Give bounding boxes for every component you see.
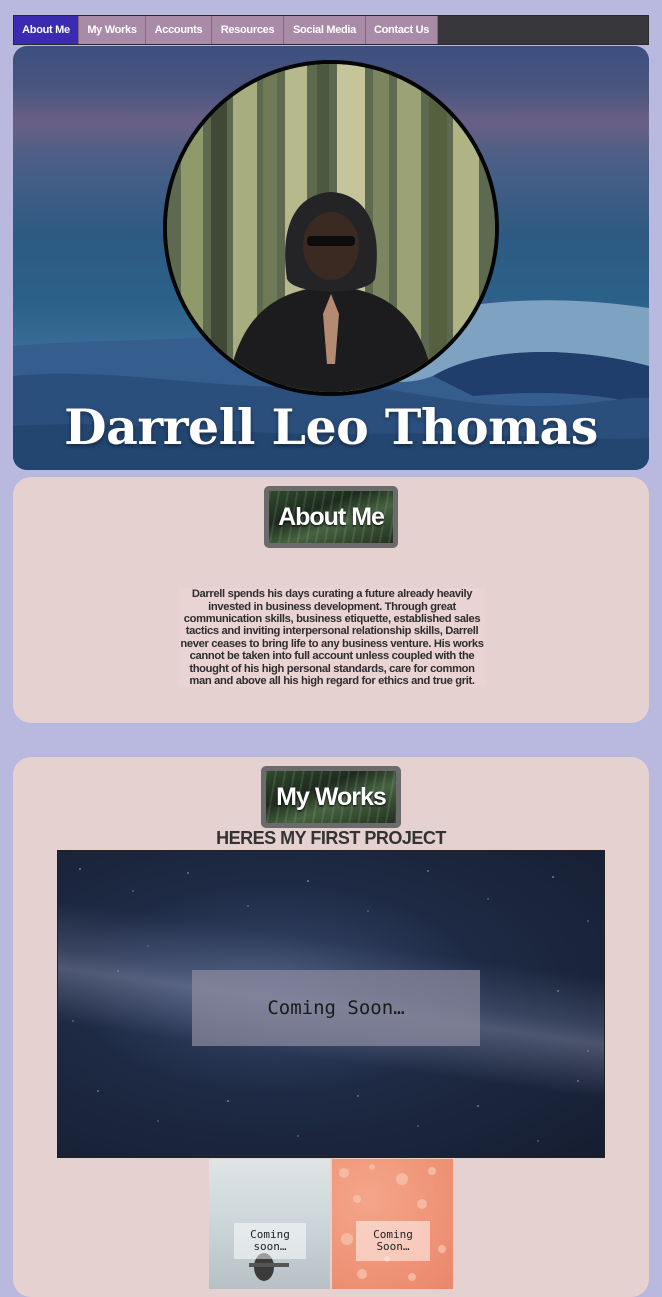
- first-project-heading: HERES MY FIRST PROJECT: [216, 828, 446, 848]
- hero-banner: Darrell Leo Thomas: [13, 46, 649, 470]
- nav-item-about-me[interactable]: About Me: [14, 16, 79, 44]
- coming-soon-overlay: Coming Soon…: [192, 970, 480, 1046]
- thumbnail-1-coming-soon: Coming soon…: [234, 1223, 306, 1259]
- nav-item-resources[interactable]: Resources: [212, 16, 284, 44]
- profile-photo: [163, 60, 499, 396]
- project-thumbnail-2[interactable]: Coming Soon…: [332, 1159, 453, 1289]
- project-thumbnail-1[interactable]: Coming soon…: [209, 1159, 330, 1289]
- first-project-image[interactable]: Coming Soon…: [57, 850, 605, 1158]
- nav-item-my-works[interactable]: My Works: [79, 16, 146, 44]
- hero-name-title: Darrell Leo Thomas: [64, 398, 598, 456]
- about-me-title-box: About Me: [264, 486, 398, 548]
- about-me-section: About Me Darrell spends his days curatin…: [13, 477, 649, 723]
- my-works-section: My Works HERES MY FIRST PROJECT Coming S…: [13, 757, 649, 1297]
- my-works-title-box: My Works: [261, 766, 401, 828]
- thumbnail-2-coming-soon: Coming Soon…: [356, 1221, 430, 1261]
- nav-item-accounts[interactable]: Accounts: [146, 16, 212, 44]
- about-me-text: Darrell spends his days curating a futur…: [179, 588, 485, 688]
- about-me-title: About Me: [278, 502, 385, 531]
- nav-item-social-media[interactable]: Social Media: [284, 16, 366, 44]
- my-works-title: My Works: [276, 782, 387, 811]
- top-nav: About Me My Works Accounts Resources Soc…: [13, 15, 649, 45]
- nav-item-contact-us[interactable]: Contact Us: [366, 16, 438, 44]
